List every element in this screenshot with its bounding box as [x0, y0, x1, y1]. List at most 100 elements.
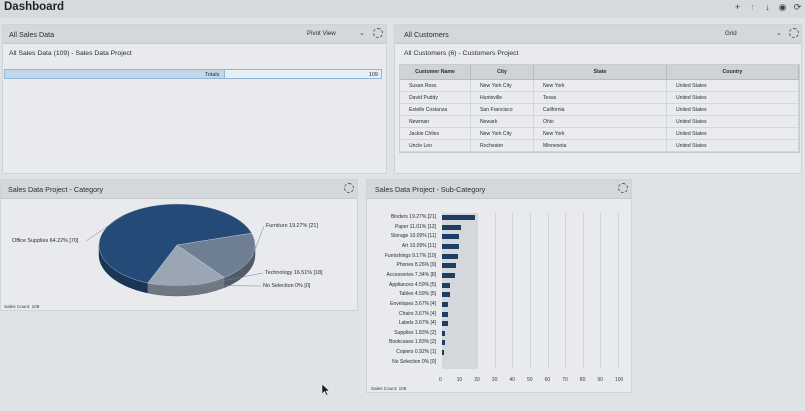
table-cell: Rochester — [471, 140, 534, 151]
table-row[interactable]: David Puddy Huntsville Texas United States — [400, 92, 799, 104]
table-cell: Newark — [471, 116, 534, 127]
x-tick-label: 80 — [579, 377, 586, 383]
table-cell: Texas — [534, 92, 667, 103]
chevron-down-icon[interactable]: ⌄ — [776, 29, 782, 37]
chevron-down-icon[interactable]: ⌄ — [359, 29, 365, 37]
gridline — [565, 213, 567, 370]
table-cell: Newman — [400, 116, 471, 127]
table-row[interactable]: Jackie Chiles New York City New York United… — [400, 128, 799, 140]
bar[interactable] — [442, 282, 450, 288]
gridline — [477, 213, 479, 370]
table-cell: United States — [667, 104, 799, 115]
bar-category-label: Envelopes 3.67% [4] — [390, 300, 436, 307]
totals-row[interactable]: Totals 109 — [4, 69, 382, 79]
plus-icon[interactable]: + — [733, 2, 742, 13]
view-selector[interactable]: Pivot View — [307, 30, 336, 37]
table-cell: United States — [667, 140, 799, 151]
totals-value: 109 — [368, 72, 378, 78]
table-cell: New York — [534, 80, 667, 91]
table-cell: United States — [667, 128, 799, 139]
gear-icon[interactable] — [789, 28, 799, 38]
table-cell: Jackie Chiles — [400, 128, 471, 139]
bar[interactable] — [442, 321, 449, 327]
table-cell: New York City — [471, 128, 534, 139]
bar-category-label: Art 10.09% [11] — [401, 242, 436, 249]
bar[interactable] — [442, 272, 455, 278]
bar-category-label: Accessories 7.34% [8] — [386, 271, 436, 278]
bar[interactable] — [442, 311, 449, 317]
gridline — [618, 213, 619, 370]
column-header[interactable]: Country — [667, 65, 799, 79]
x-tick-label: 0 — [439, 377, 442, 383]
table-row[interactable]: Uncle Leo Rochester Minnesota United States — [400, 140, 799, 152]
customers-table: Customer Name City State Country Susan R… — [399, 64, 800, 153]
table-cell: Ohio — [534, 116, 667, 127]
bar-category-label: Supplies 1.83% [2] — [394, 329, 436, 336]
bar-category-label: Bookcases 1.83% [2] — [389, 339, 436, 346]
table-cell: New York City — [471, 80, 534, 91]
refresh-icon[interactable]: ⟳ — [793, 2, 802, 13]
subcategory-title: Sales Data Project - Sub-Category — [375, 185, 486, 194]
bar-category-label: Chairs 3.67% [4] — [399, 310, 436, 317]
bar[interactable] — [442, 292, 450, 298]
all-sales-header: All Sales Data Pivot View ⌄ — [3, 25, 386, 44]
bar[interactable] — [442, 340, 446, 346]
table-cell: New York — [534, 128, 667, 139]
column-header[interactable]: State — [534, 65, 667, 79]
pie-data-label: No Selection 0% [0] — [263, 283, 311, 289]
gridline — [600, 213, 602, 370]
bar-category-label: Appliances 4.59% [5] — [389, 281, 436, 288]
arrow-up-icon[interactable]: ↑ — [748, 2, 757, 13]
column-header[interactable]: Customer Name — [400, 65, 471, 79]
table-row[interactable]: Susan Ross New York City New York United St… — [400, 80, 799, 92]
bar[interactable] — [442, 253, 458, 259]
view-selector[interactable]: Grid — [725, 30, 737, 37]
toolbar: + ↑ ↓ ◉ ⟳ — [733, 2, 802, 13]
bar[interactable] — [442, 301, 449, 307]
bar-category-label: Copiers 0.92% [1] — [396, 349, 436, 356]
table-cell: San Francisco — [471, 104, 534, 115]
table-cell: David Puddy — [400, 92, 471, 103]
bar[interactable] — [442, 215, 475, 220]
pie-chart — [85, 203, 265, 297]
gridline — [530, 213, 531, 370]
page-title: Dashboard — [4, 1, 65, 13]
pie-data-label: Technology 16.51% [18] — [265, 270, 323, 276]
bar-category-label: No Selection 0% [0] — [392, 358, 436, 365]
sales-count: Sales Count: 109 — [371, 386, 407, 391]
gridline — [582, 213, 584, 370]
x-tick-label: 40 — [509, 377, 515, 383]
gear-icon[interactable] — [618, 183, 628, 193]
gear-icon[interactable] — [373, 28, 383, 38]
totals-label: Totals — [205, 72, 220, 78]
bar-category-label: Paper 11.01% [12] — [394, 223, 436, 230]
gridline — [512, 213, 514, 370]
bar[interactable] — [442, 330, 446, 336]
bar[interactable] — [442, 350, 444, 356]
bar-category-label: Labels 3.67% [4] — [398, 320, 436, 327]
bar-category-label: Furnishings 9.17% [10] — [384, 252, 436, 259]
x-tick-label: 90 — [597, 377, 603, 383]
column-header[interactable]: City — [471, 65, 534, 79]
gear-icon[interactable] — [344, 183, 354, 193]
pie-data-label: Furniture 19.27% [21] — [266, 223, 318, 229]
top-bar: Dashboard + ↑ ↓ ◉ ⟳ — [0, 0, 805, 18]
subcategory-header: Sales Data Project - Sub-Category — [367, 180, 631, 199]
table-cell: Susan Ross — [400, 80, 471, 91]
customers-title: All Customers — [404, 30, 449, 39]
bar[interactable] — [442, 224, 461, 230]
x-tick-label: 30 — [491, 377, 498, 383]
category-title: Sales Data Project - Category — [8, 185, 104, 194]
table-cell: Estelle Costanza — [400, 104, 471, 115]
bar[interactable] — [442, 234, 460, 240]
customers-subtitle: All Customers (6) - Customers Project — [404, 50, 519, 57]
arrow-down-icon[interactable]: ↓ — [763, 2, 772, 13]
all-sales-title: All Sales Data — [9, 30, 55, 39]
table-row[interactable]: Newman Newark Ohio United States — [400, 116, 799, 128]
bar[interactable] — [442, 263, 457, 269]
table-cell: California — [534, 104, 667, 115]
x-tick-label: 60 — [544, 377, 551, 383]
bar[interactable] — [442, 243, 460, 249]
table-row[interactable]: Estelle Costanza San Francisco California U… — [400, 104, 799, 116]
eye-icon[interactable]: ◉ — [778, 2, 787, 13]
